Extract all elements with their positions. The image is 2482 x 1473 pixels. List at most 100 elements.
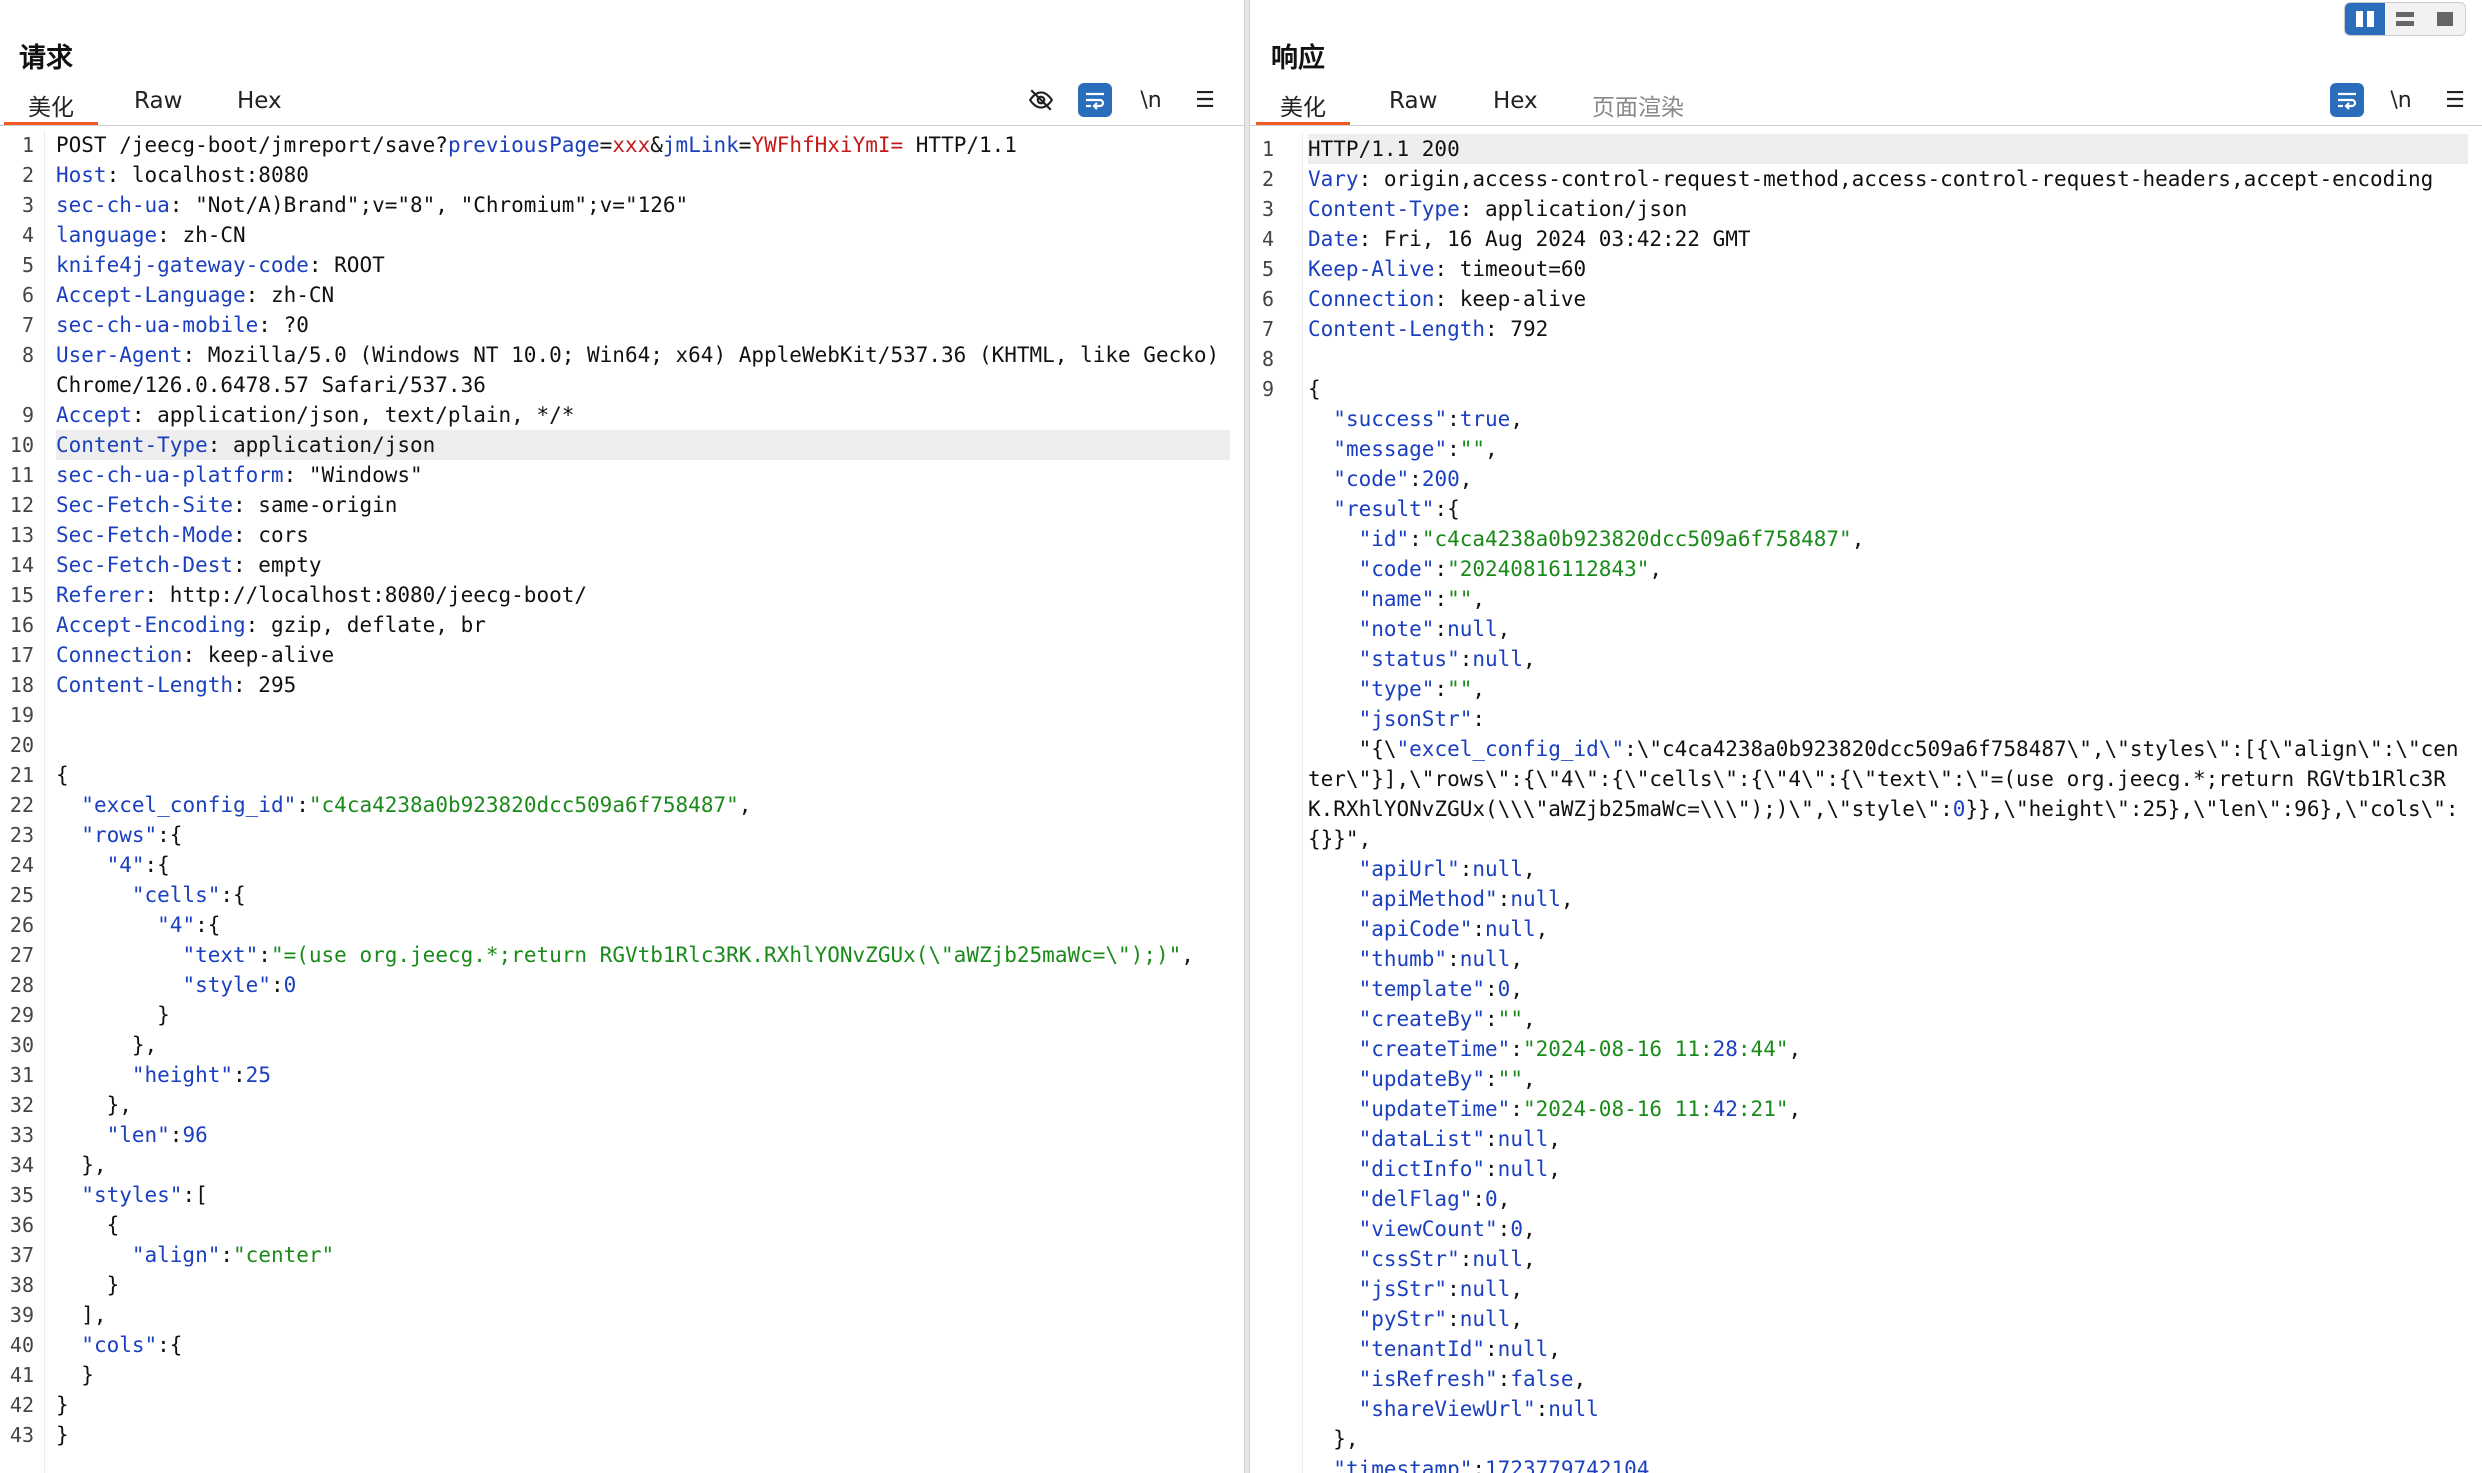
code-line: "apiMethod":null,: [1358, 887, 1574, 911]
tab-hex[interactable]: Hex: [231, 88, 288, 114]
line-number: 20: [9, 733, 34, 757]
code-line: "createBy":"",: [1358, 1007, 1536, 1031]
code-line: Content-Type: application/json: [1308, 197, 1688, 221]
code-line: "jsonStr":: [1358, 707, 1486, 731]
code-line: "dataList":null,: [1358, 1127, 1561, 1151]
code-line: Keep-Alive: timeout=60: [1308, 257, 1587, 281]
line-number: 8: [1261, 347, 1274, 371]
line-number: 42: [9, 1393, 34, 1417]
newline-toggle[interactable]: \n: [2384, 83, 2418, 117]
code-line: }: [56, 1363, 94, 1387]
code-line: "tenantId":null,: [1358, 1337, 1561, 1361]
code-line: "4":{: [106, 853, 170, 877]
code-line: }: [56, 1273, 120, 1297]
newline-toggle[interactable]: \n: [1134, 83, 1168, 117]
line-number: 39: [9, 1303, 34, 1327]
code-line: Host: localhost:8080: [56, 163, 309, 187]
code-line: "timestamp":1723779742104: [1333, 1457, 1650, 1473]
tab-render[interactable]: 页面渲染: [1586, 88, 1690, 122]
code-line: Vary: origin,access-control-request-meth…: [1308, 167, 2434, 191]
code-line: },: [1308, 1427, 1359, 1451]
menu-icon[interactable]: ☰: [1188, 83, 1222, 117]
tab-raw[interactable]: Raw: [1383, 88, 1443, 114]
code-line: "shareViewUrl":null: [1358, 1397, 1599, 1421]
line-number: 34: [9, 1153, 34, 1177]
line-number: 4: [21, 223, 34, 247]
code-line: {: [56, 1213, 120, 1237]
response-pane: 响应 美化 Raw Hex 页面渲染 \n ☰ 1234567891011121…: [1250, 0, 2482, 1473]
tab-pretty[interactable]: 美化: [4, 88, 98, 126]
line-number: 37: [9, 1243, 34, 1267]
wrap-icon[interactable]: [2330, 83, 2364, 117]
code-line: "cssStr":null,: [1358, 1247, 1536, 1271]
wrap-icon[interactable]: [1078, 83, 1112, 117]
code-line: }: [56, 1393, 69, 1417]
code-line: },: [56, 1153, 107, 1177]
code-line: },: [56, 1033, 158, 1057]
code-line: "viewCount":0,: [1358, 1217, 1536, 1241]
code-line: Referer: http://localhost:8080/jeecg-boo…: [56, 583, 588, 607]
line-number: 26: [9, 913, 34, 937]
split-horizontal-icon[interactable]: [2345, 3, 2385, 35]
line-number: 38: [9, 1273, 34, 1297]
code-line: "apiUrl":null,: [1358, 857, 1536, 881]
tab-hex[interactable]: Hex: [1487, 88, 1544, 114]
tab-raw[interactable]: Raw: [128, 88, 188, 114]
code-line: HTTP/1.1 200: [1308, 134, 2468, 164]
code-line: "styles":[: [81, 1183, 208, 1207]
code-line: Date: Fri, 16 Aug 2024 03:42:22 GMT: [1308, 227, 1751, 251]
line-number: 19: [9, 703, 34, 727]
layout-switcher: [2344, 2, 2466, 36]
code-line: "isRefresh":false,: [1358, 1367, 1587, 1391]
menu-icon[interactable]: ☰: [2438, 83, 2472, 117]
code-line: "thumb":null,: [1358, 947, 1523, 971]
line-number: 28: [9, 973, 34, 997]
line-number: 22: [9, 793, 34, 817]
line-number: 36: [9, 1213, 34, 1237]
code-line: "apiCode":null,: [1358, 917, 1549, 941]
line-number: 17: [9, 643, 34, 667]
split-vertical-icon[interactable]: [2385, 3, 2425, 35]
single-pane-icon[interactable]: [2425, 3, 2465, 35]
code-line: {: [56, 763, 69, 787]
code-line: "cells":{: [131, 883, 246, 907]
line-number: 40: [9, 1333, 34, 1357]
code-line: knife4j-gateway-code: ROOT: [56, 253, 385, 277]
request-body: POST /jeecg-boot/jmreport/save?previousP…: [56, 130, 1230, 1450]
line-number: 13: [9, 523, 34, 547]
code-line: "height":25: [131, 1063, 271, 1087]
code-line: User-Agent: Mozilla/5.0 (Windows NT 10.0…: [56, 343, 1232, 397]
code-line: "len":96: [106, 1123, 208, 1147]
code-line: {: [1308, 377, 1321, 401]
code-line: "template":0,: [1358, 977, 1523, 1001]
line-number: 9: [21, 403, 34, 427]
code-line: sec-ch-ua-platform: "Windows": [56, 463, 423, 487]
line-number: 2: [21, 163, 34, 187]
line-number: 12: [9, 493, 34, 517]
line-number: 16: [9, 613, 34, 637]
line-number: 32: [9, 1093, 34, 1117]
code-line: "delFlag":0,: [1358, 1187, 1511, 1211]
code-line: "4":{: [157, 913, 221, 937]
code-line: Sec-Fetch-Site: same-origin: [56, 493, 398, 517]
code-line: "code":200,: [1333, 467, 1473, 491]
code-line: "style":0: [182, 973, 297, 997]
line-number: 14: [9, 553, 34, 577]
code-line: "success":true,: [1333, 407, 1523, 431]
eye-off-icon[interactable]: [1024, 83, 1058, 117]
line-number: 3: [21, 193, 34, 217]
line-number: 9: [1261, 377, 1274, 401]
code-line: "updateTime":"2024-08-16 11:42:21",: [1358, 1097, 1802, 1121]
tab-pretty[interactable]: 美化: [1256, 88, 1350, 126]
line-number: 6: [1261, 287, 1274, 311]
line-number: 41: [9, 1363, 34, 1387]
response-tabs: 美化 Raw Hex 页面渲染: [1250, 84, 2482, 128]
line-number: 33: [9, 1123, 34, 1147]
code-line: Content-Length: 792: [1308, 317, 1549, 341]
code-line: Accept-Language: zh-CN: [56, 283, 335, 307]
line-number: 30: [9, 1033, 34, 1057]
line-numbers: 1234567891011121314151617181920212223242…: [1250, 134, 1284, 1424]
code-line: Sec-Fetch-Mode: cors: [56, 523, 309, 547]
